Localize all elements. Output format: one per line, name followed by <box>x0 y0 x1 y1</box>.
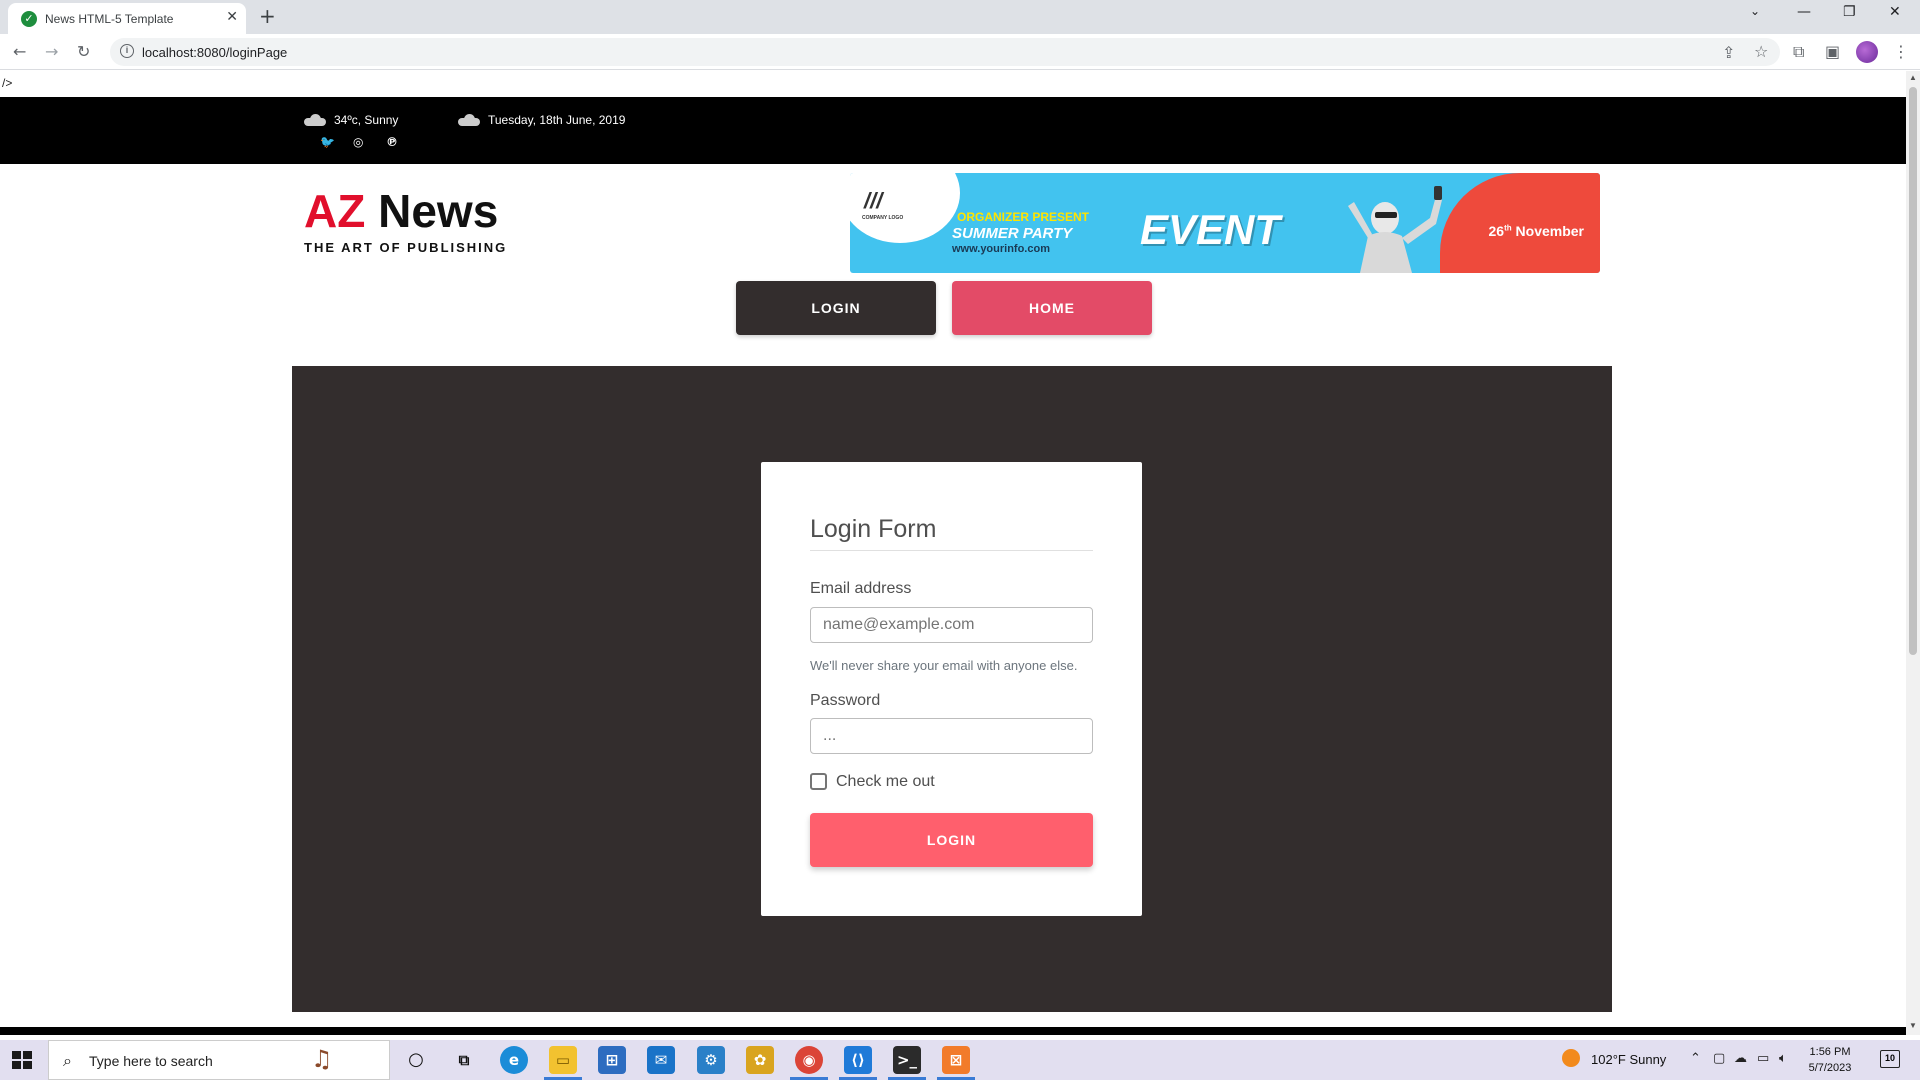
check-me-out-label[interactable]: Check me out <box>836 773 935 791</box>
terminal-icon[interactable]: >_ <box>893 1046 921 1074</box>
clock-date: 5/7/2023 <box>1808 1062 1852 1074</box>
profile-avatar[interactable] <box>1856 41 1878 63</box>
meet-now-icon[interactable]: ▢ <box>1713 1051 1725 1066</box>
page-scrollbar[interactable]: ▲ ▼ <box>1906 71 1920 1035</box>
login-form-card: Login Form Email address We'll never sha… <box>761 462 1142 916</box>
email-input[interactable] <box>810 607 1093 643</box>
search-highlight-piano-icon: ♫ <box>311 1045 333 1073</box>
share-icon[interactable]: ⇪ <box>1722 43 1735 62</box>
banner-summer-party: SUMMER PARTY <box>952 225 1073 242</box>
weather-sun-icon[interactable] <box>1562 1049 1580 1067</box>
password-input[interactable] <box>810 718 1093 754</box>
tab-favicon-icon: ✓ <box>21 11 37 27</box>
site-info-icon[interactable]: i <box>120 44 134 58</box>
scrollbar-thumb[interactable] <box>1909 87 1917 655</box>
company-logo-icon: /// <box>864 188 883 213</box>
network-icon[interactable]: ▭ <box>1757 1051 1769 1066</box>
cloud-icon <box>458 114 480 126</box>
banner-url: www.yourinfo.com <box>952 243 1050 255</box>
site-logo[interactable]: AZ News THE ART OF PUBLISHING <box>304 188 507 255</box>
twitter-icon[interactable]: 🐦 <box>320 135 335 149</box>
page-viewport: /> 34ºc, Sunny Tuesday, 18th June, 2019 … <box>0 71 1906 1035</box>
pinterest-icon[interactable]: ℗ <box>386 135 398 149</box>
date-text: Tuesday, 18th June, 2019 <box>488 113 626 127</box>
browser-toolbar: ← → ↻ i localhost:8080/loginPage ⇪ ☆ ⧉ ▣… <box>0 34 1920 70</box>
taskbar-weather[interactable]: 102°F Sunny <box>1591 1052 1666 1067</box>
tab-close-icon[interactable]: ✕ <box>226 9 238 25</box>
game-app-icon[interactable]: ✿ <box>746 1046 774 1074</box>
url-text[interactable]: localhost:8080/loginPage <box>142 45 287 60</box>
banner-logo-circle: /// COMPANY LOGO <box>850 173 960 243</box>
logo-tagline: THE ART OF PUBLISHING <box>304 240 508 255</box>
xampp-icon[interactable]: ⊠ <box>942 1046 970 1074</box>
forward-arrow-icon[interactable]: → <box>45 42 58 61</box>
tab-title: News HTML-5 Template <box>45 12 174 26</box>
header-top-bar: 34ºc, Sunny Tuesday, 18th June, 2019 🐦 ◎… <box>0 97 1906 164</box>
password-label: Password <box>810 692 881 709</box>
cloud-icon <box>304 114 326 126</box>
volume-icon[interactable]: 🔈︎ <box>1779 1051 1787 1066</box>
scroll-up-arrow-icon[interactable]: ▲ <box>1909 73 1917 82</box>
side-panel-icon[interactable]: ▣ <box>1825 42 1840 61</box>
mail-icon[interactable]: ✉ <box>647 1046 675 1074</box>
banner-event-title: EVENT <box>1140 206 1281 253</box>
nav-login-button[interactable]: LOGIN <box>736 281 936 335</box>
taskbar-search-box[interactable]: ⌕ Type here to search ♫ <box>48 1040 390 1080</box>
login-form-title: Login Form <box>810 515 1093 551</box>
cortana-icon[interactable]: ○ <box>402 1046 430 1074</box>
close-window-button[interactable]: ✕ <box>1889 4 1901 20</box>
stray-markup-text: /> <box>2 76 13 90</box>
notification-center-icon[interactable]: 10 <box>1880 1050 1900 1068</box>
windows-start-icon[interactable] <box>12 1051 32 1069</box>
extensions-puzzle-icon[interactable]: ⧉ <box>1793 42 1804 62</box>
taskbar-clock[interactable]: 1:56 PM 5/7/2023 <box>1800 1044 1860 1076</box>
logo-az: AZ <box>304 185 366 237</box>
onedrive-cloud-icon[interactable]: ☁ <box>1734 1051 1747 1066</box>
tab-search-chevron-icon[interactable]: ⌄ <box>1750 4 1760 18</box>
check-me-out-checkbox[interactable] <box>810 773 827 790</box>
company-logo-text: COMPANY LOGO <box>862 215 904 221</box>
chrome-icon[interactable]: ◉ <box>795 1046 823 1074</box>
vscode-icon[interactable]: ⟨⟩ <box>844 1046 872 1074</box>
login-submit-button[interactable]: LOGIN <box>810 813 1093 867</box>
banner-date: 26th November <box>1488 223 1585 239</box>
email-label: Email address <box>810 580 912 597</box>
email-help-text: We'll never share your email with anyone… <box>810 658 1078 673</box>
browser-tab-strip: ✓ News HTML-5 Template ✕ + ⌄ — ❐ ✕ <box>0 0 1920 34</box>
bookmark-star-icon[interactable]: ☆ <box>1754 42 1768 61</box>
browser-menu-icon[interactable]: ⋮ <box>1893 42 1909 61</box>
back-arrow-icon[interactable]: ← <box>13 42 26 61</box>
weather-text: 34ºc, Sunny <box>334 113 399 127</box>
scroll-down-arrow-icon[interactable]: ▼ <box>1909 1021 1917 1030</box>
browser-tab[interactable]: ✓ News HTML-5 Template ✕ <box>8 3 246 34</box>
store-icon[interactable]: ⊞ <box>598 1046 626 1074</box>
date-info: Tuesday, 18th June, 2019 <box>458 113 625 127</box>
footer-edge <box>0 1027 1906 1035</box>
clock-time: 1:56 PM <box>1809 1046 1851 1058</box>
new-tab-button[interactable]: + <box>259 4 276 28</box>
file-explorer-icon[interactable]: ▭ <box>549 1046 577 1074</box>
show-hidden-icons-chevron[interactable]: ⌃ <box>1690 1051 1701 1066</box>
settings-gear-icon[interactable]: ⚙ <box>697 1046 725 1074</box>
address-bar[interactable]: i localhost:8080/loginPage ⇪ ☆ <box>110 38 1780 66</box>
search-icon: ⌕ <box>63 1051 72 1070</box>
restore-button[interactable]: ❐ <box>1843 4 1856 20</box>
taskbar-search-placeholder: Type here to search <box>89 1053 213 1069</box>
banner-organizer: ORGANIZER PRESENT <box>957 210 1090 224</box>
windows-taskbar: ⌕ Type here to search ♫ ○ ⧉ e ▭ ⊞ ✉ ⚙ ✿ … <box>0 1040 1920 1080</box>
event-banner-ad[interactable]: /// COMPANY LOGO ORGANIZER PRESENT SUMME… <box>850 173 1600 273</box>
edge-browser-icon[interactable]: e <box>500 1046 528 1074</box>
weather-info: 34ºc, Sunny <box>304 113 398 127</box>
minimize-button[interactable]: — <box>1797 4 1811 20</box>
instagram-icon[interactable]: ◎ <box>353 135 363 149</box>
logo-news: News <box>365 185 499 237</box>
reload-icon[interactable]: ↻ <box>77 42 90 61</box>
banner-person-image <box>1348 186 1442 273</box>
task-view-icon[interactable]: ⧉ <box>450 1046 478 1074</box>
nav-home-button[interactable]: HOME <box>952 281 1152 335</box>
